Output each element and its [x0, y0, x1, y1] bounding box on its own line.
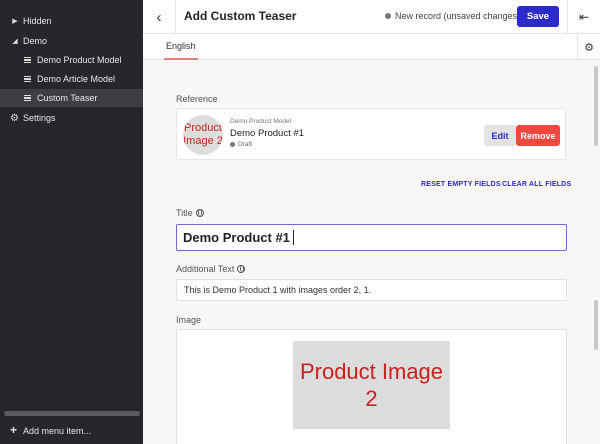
status-dot-icon — [230, 142, 235, 147]
sidebar-item-label: Demo — [23, 36, 48, 46]
sidebar-item-custom-teaser[interactable]: Custom Teaser — [0, 89, 143, 107]
sidebar-item-demo-product-model[interactable]: Demo Product Model — [0, 51, 143, 69]
sidebar: ▶ Hidden ◢ Demo Demo Product Model Demo … — [0, 0, 143, 444]
edit-reference-button[interactable]: Edit — [484, 125, 516, 146]
locale-tabs: English ⚙ — [143, 34, 600, 60]
back-button[interactable]: ‹ — [143, 0, 176, 34]
add-menu-item-button[interactable]: + Add menu item... — [0, 422, 143, 440]
title-field-label: Title — [176, 208, 204, 218]
save-button[interactable]: Save — [517, 6, 559, 27]
collapse-right-icon: ⇤ — [578, 10, 590, 24]
image-field[interactable]: Product Image 2 — [176, 329, 567, 444]
sidebar-item-settings[interactable]: ⚙ Settings — [0, 109, 143, 127]
globe-icon — [195, 209, 204, 217]
plus-icon: + — [10, 423, 18, 437]
record-status-text: New record (unsaved changes) — [395, 11, 521, 21]
title-input-value: Demo Product #1 — [183, 230, 290, 245]
reference-record-name: Demo Product #1 — [230, 128, 304, 139]
reference-status-text: Draft — [238, 141, 253, 148]
title-input[interactable]: Demo Product #1 — [176, 224, 567, 251]
gear-icon: ⚙ — [584, 41, 594, 54]
image-preview: Product Image 2 — [293, 341, 450, 429]
header: ‹ Add Custom Teaser New record (unsaved … — [143, 0, 600, 34]
text-cursor — [292, 230, 294, 245]
globe-icon — [237, 265, 246, 273]
remove-reference-button[interactable]: Remove — [516, 125, 560, 146]
image-scrollbar[interactable] — [594, 300, 598, 350]
additional-text-input[interactable]: This is Demo Product 1 with images order… — [176, 279, 567, 301]
sidebar-item-demo-article-model[interactable]: Demo Article Model — [0, 70, 143, 88]
reference-thumbnail: Product Image 2 — [183, 115, 223, 155]
tab-english[interactable]: English — [164, 34, 198, 60]
main-scrollbar[interactable] — [594, 66, 598, 146]
add-menu-item-label: Add menu item... — [23, 426, 92, 436]
status-dot-icon — [385, 13, 391, 19]
page-title: Add Custom Teaser — [184, 9, 297, 23]
additional-text-field-label: Additional Text — [176, 264, 246, 274]
locale-settings-button[interactable]: ⚙ — [577, 34, 600, 60]
additional-text-label-text: Additional Text — [176, 264, 235, 274]
reference-label: Reference — [176, 94, 218, 104]
sidebar-item-hidden[interactable]: ▶ Hidden — [0, 12, 143, 30]
sidebar-item-label: Hidden — [23, 16, 52, 26]
image-label: Image — [176, 315, 202, 325]
collapse-panel-button[interactable]: ⇤ — [567, 0, 600, 34]
title-label-text: Title — [176, 208, 193, 218]
sidebar-item-demo[interactable]: ◢ Demo — [0, 32, 143, 50]
caret-down-icon: ◢ — [12, 38, 18, 45]
reset-empty-fields-button[interactable]: RESET EMPTY FIELDS — [421, 181, 501, 188]
reference-status: Draft — [230, 141, 252, 148]
list-icon — [24, 57, 31, 63]
sidebar-item-label: Settings — [23, 113, 56, 123]
list-icon — [24, 76, 31, 82]
reference-card[interactable]: Product Image 2 Demo Product Model Demo … — [176, 108, 566, 160]
record-status: New record (unsaved changes) — [385, 11, 520, 21]
chevron-left-icon: ‹ — [156, 8, 162, 26]
reference-model-name: Demo Product Model — [230, 118, 292, 125]
sidebar-item-label: Demo Product Model — [37, 55, 122, 65]
gear-icon: ⚙ — [10, 112, 19, 124]
sidebar-scrollbar[interactable] — [4, 411, 140, 416]
sidebar-item-label: Custom Teaser — [37, 93, 98, 103]
clear-all-fields-button[interactable]: CLEAR ALL FIELDS — [502, 181, 571, 188]
caret-right-icon: ▶ — [12, 18, 18, 25]
sidebar-item-label: Demo Article Model — [37, 74, 116, 84]
list-icon — [24, 95, 31, 101]
